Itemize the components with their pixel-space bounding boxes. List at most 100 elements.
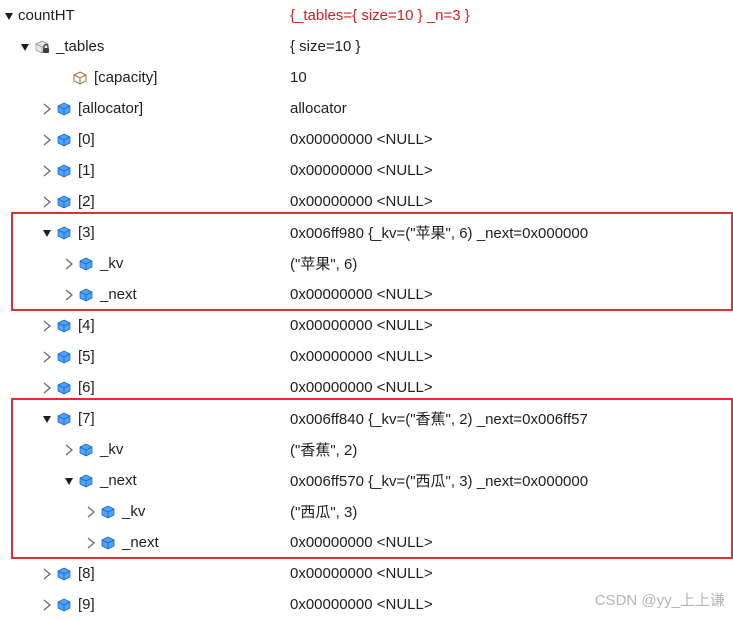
row-allocator[interactable]: [allocator] allocator <box>0 93 733 124</box>
row-slot-1[interactable]: [1] 0x00000000 <NULL> <box>0 155 733 186</box>
row-slot-7-next-kv[interactable]: _kv ("西瓜", 3) <box>0 496 733 527</box>
item-value: 0x00000000 <NULL> <box>290 348 733 365</box>
expander-placeholder <box>56 71 70 85</box>
item-value: 0x00000000 <NULL> <box>290 162 733 179</box>
row-slot-6[interactable]: [6] 0x00000000 <NULL> <box>0 372 733 403</box>
field-icon <box>56 101 72 117</box>
collapse-icon[interactable] <box>40 412 54 426</box>
expand-icon[interactable] <box>40 381 54 395</box>
expand-icon[interactable] <box>40 350 54 364</box>
item-name: [3] <box>78 224 95 241</box>
item-value: 0x006ff980 {_kv=("苹果", 6) _next=0x000000 <box>290 222 733 243</box>
row-slot-4[interactable]: [4] 0x00000000 <NULL> <box>0 310 733 341</box>
item-name: [capacity] <box>94 69 157 86</box>
field-icon <box>56 194 72 210</box>
expand-icon[interactable] <box>40 319 54 333</box>
item-name: [2] <box>78 193 95 210</box>
item-name: _tables <box>56 38 104 55</box>
item-name: [9] <box>78 596 95 613</box>
item-value: ("香蕉", 2) <box>290 439 733 460</box>
item-value: 0x00000000 <NULL> <box>290 286 733 303</box>
field-icon <box>56 163 72 179</box>
field-icon <box>56 566 72 582</box>
item-name: _next <box>100 472 137 489</box>
row-slot-5[interactable]: [5] 0x00000000 <NULL> <box>0 341 733 372</box>
item-value: ("西瓜", 3) <box>290 501 733 522</box>
field-icon <box>56 349 72 365</box>
item-name: _kv <box>100 255 123 272</box>
expand-icon[interactable] <box>62 257 76 271</box>
row-slot-0[interactable]: [0] 0x00000000 <NULL> <box>0 124 733 155</box>
row-root[interactable]: countHT {_tables={ size=10 } _n=3 } <box>0 0 733 31</box>
expand-icon[interactable] <box>62 288 76 302</box>
field-icon <box>56 225 72 241</box>
field-icon <box>78 256 94 272</box>
item-value: { size=10 } <box>290 38 733 55</box>
row-slot-8[interactable]: [8] 0x00000000 <NULL> <box>0 558 733 589</box>
field-icon <box>100 535 116 551</box>
row-slot-3-kv[interactable]: _kv ("苹果", 6) <box>0 248 733 279</box>
collapse-icon[interactable] <box>62 474 76 488</box>
expand-icon[interactable] <box>84 536 98 550</box>
property-icon <box>72 70 88 86</box>
expand-icon[interactable] <box>40 164 54 178</box>
item-name: _next <box>122 534 159 551</box>
field-icon <box>56 411 72 427</box>
item-name: _next <box>100 286 137 303</box>
row-tables[interactable]: _tables { size=10 } <box>0 31 733 62</box>
row-capacity[interactable]: [capacity] 10 <box>0 62 733 93</box>
field-icon <box>78 442 94 458</box>
row-slot-3-next[interactable]: _next 0x00000000 <NULL> <box>0 279 733 310</box>
item-name: [8] <box>78 565 95 582</box>
row-slot-3[interactable]: [3] 0x006ff980 {_kv=("苹果", 6) _next=0x000… <box>0 217 733 248</box>
item-name: [0] <box>78 131 95 148</box>
field-icon <box>56 597 72 613</box>
expand-icon[interactable] <box>40 195 54 209</box>
expand-icon[interactable] <box>40 567 54 581</box>
item-value: 0x00000000 <NULL> <box>290 131 733 148</box>
collapse-icon[interactable] <box>40 226 54 240</box>
field-icon <box>100 504 116 520</box>
private-field-icon <box>34 39 50 55</box>
item-value: 0x006ff840 {_kv=("香蕉", 2) _next=0x006ff5… <box>290 408 733 429</box>
item-value: 0x00000000 <NULL> <box>290 193 733 210</box>
collapse-icon[interactable] <box>2 9 16 23</box>
expand-icon[interactable] <box>40 133 54 147</box>
item-name: [1] <box>78 162 95 179</box>
item-name: [5] <box>78 348 95 365</box>
field-icon <box>78 473 94 489</box>
item-value: 0x00000000 <NULL> <box>290 565 733 582</box>
item-value: 0x006ff570 {_kv=("西瓜", 3) _next=0x000000 <box>290 470 733 491</box>
item-value: 0x00000000 <NULL> <box>290 379 733 396</box>
field-icon <box>78 287 94 303</box>
item-name: [6] <box>78 379 95 396</box>
row-slot-7-next[interactable]: _next 0x006ff570 {_kv=("西瓜", 3) _next=0x0… <box>0 465 733 496</box>
row-slot-9[interactable]: [9] 0x00000000 <NULL> <box>0 589 733 620</box>
item-value: 0x00000000 <NULL> <box>290 317 733 334</box>
item-name: _kv <box>100 441 123 458</box>
row-slot-2[interactable]: [2] 0x00000000 <NULL> <box>0 186 733 217</box>
expand-icon[interactable] <box>40 598 54 612</box>
item-name: [4] <box>78 317 95 334</box>
item-value: 0x00000000 <NULL> <box>290 534 733 551</box>
item-value: ("苹果", 6) <box>290 253 733 274</box>
field-icon <box>56 318 72 334</box>
watch-tree: countHT {_tables={ size=10 } _n=3 } _table… <box>0 0 733 620</box>
row-slot-7-kv[interactable]: _kv ("香蕉", 2) <box>0 434 733 465</box>
expand-icon[interactable] <box>62 443 76 457</box>
collapse-icon[interactable] <box>18 40 32 54</box>
item-name: _kv <box>122 503 145 520</box>
item-value: {_tables={ size=10 } _n=3 } <box>290 7 733 24</box>
item-name: [allocator] <box>78 100 143 117</box>
expand-icon[interactable] <box>40 102 54 116</box>
row-slot-7[interactable]: [7] 0x006ff840 {_kv=("香蕉", 2) _next=0x006… <box>0 403 733 434</box>
item-value: 10 <box>290 69 733 86</box>
expand-icon[interactable] <box>84 505 98 519</box>
field-icon <box>56 380 72 396</box>
row-slot-7-next-next[interactable]: _next 0x00000000 <NULL> <box>0 527 733 558</box>
item-value: allocator <box>290 100 733 117</box>
item-name: [7] <box>78 410 95 427</box>
item-name: countHT <box>18 7 75 24</box>
field-icon <box>56 132 72 148</box>
item-value: 0x00000000 <NULL> <box>290 596 733 613</box>
